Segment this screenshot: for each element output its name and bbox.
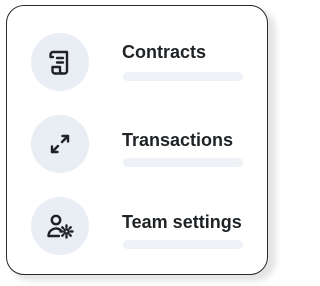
menu-item-label: Team settings [122,212,242,232]
user-gear-icon [31,197,89,255]
contract-scroll-icon [31,33,89,91]
menu-item-label: Contracts [122,42,207,62]
placeholder-bar [123,158,243,167]
menu-item-contracts[interactable]: Contracts [7,26,267,106]
placeholder-bar [123,240,243,249]
menu-item-label: Transactions [122,130,234,150]
placeholder-bar [123,72,243,81]
menu-item-transactions[interactable]: Transactions [7,112,267,192]
menu-card: Contracts Transactions Team settings [6,5,268,275]
arrows-diagonal-icon [31,115,89,173]
menu-item-team-settings[interactable]: Team settings [7,194,267,274]
